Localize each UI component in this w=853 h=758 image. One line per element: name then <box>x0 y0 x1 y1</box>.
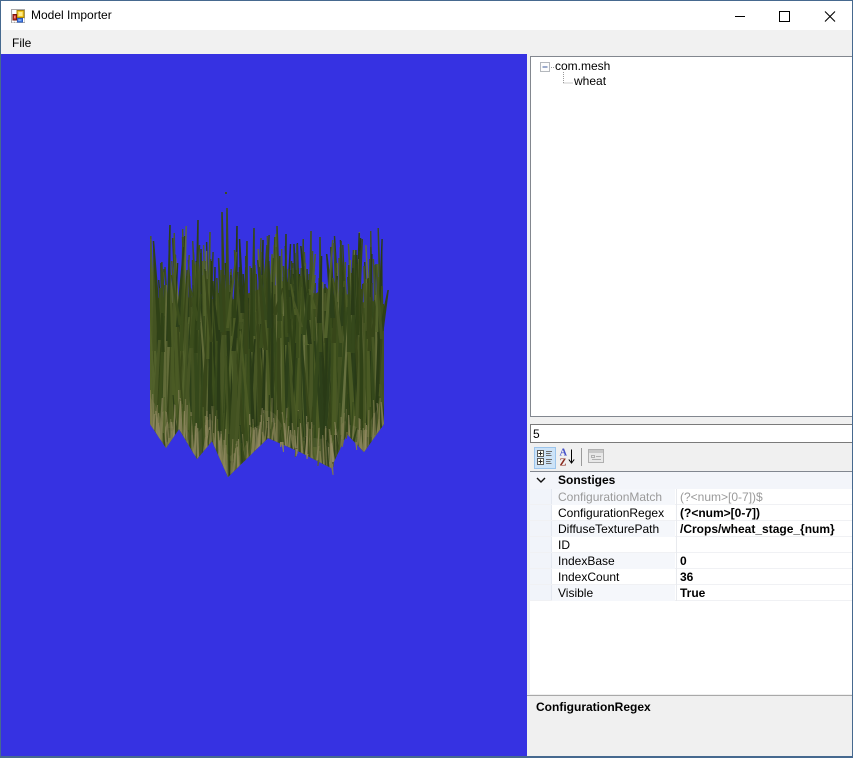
svg-text:Z: Z <box>560 458 567 469</box>
